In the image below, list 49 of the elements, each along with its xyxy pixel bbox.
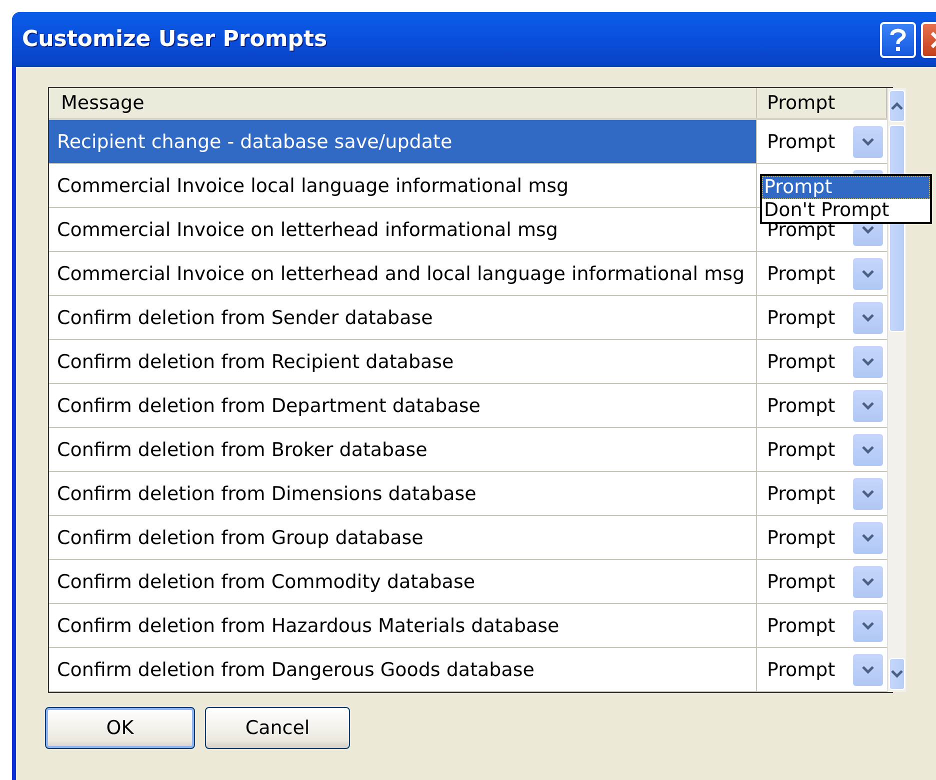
chevron-up-icon — [890, 101, 904, 111]
message-cell[interactable]: Confirm deletion from Dimensions database — [49, 472, 757, 515]
prompt-dropdown[interactable]: Prompt — [757, 428, 887, 471]
chevron-down-icon — [861, 312, 875, 322]
message-cell[interactable]: Confirm deletion from Dangerous Goods database — [49, 648, 757, 691]
prompt-dropdown[interactable]: Prompt — [757, 560, 887, 603]
message-cell[interactable]: Commercial Invoice on letterhead informational msg — [49, 208, 757, 251]
prompt-dropdown[interactable]: Prompt — [757, 472, 887, 515]
question-mark-icon — [889, 28, 907, 52]
prompt-dropdown[interactable]: Prompt — [757, 120, 887, 163]
chevron-down-icon — [861, 356, 875, 366]
window-title: Customize User Prompts — [22, 27, 328, 52]
prompt-dropdown[interactable]: Prompt — [757, 604, 887, 647]
scrollbar[interactable] — [887, 88, 906, 692]
chevron-down-icon — [861, 576, 875, 586]
message-cell[interactable]: Recipient change - database save/update — [49, 120, 757, 163]
chevron-down-icon — [861, 400, 875, 410]
scroll-up-button[interactable] — [889, 90, 905, 122]
chevron-down-icon — [890, 669, 904, 679]
prompt-dropdown[interactable]: Prompt — [757, 252, 887, 295]
message-cell[interactable]: Confirm deletion from Department database — [49, 384, 757, 427]
prompt-dropdown[interactable]: Prompt — [757, 340, 887, 383]
message-cell[interactable]: Commercial Invoice local language informational msg — [49, 164, 757, 207]
chevron-down-icon — [861, 488, 875, 498]
chevron-down-icon — [861, 136, 875, 146]
prompt-dropdown[interactable]: Prompt — [757, 384, 887, 427]
message-cell[interactable]: Confirm deletion from Group database — [49, 516, 757, 559]
chevron-down-icon — [861, 224, 875, 234]
dropdown-option[interactable]: Don't Prompt — [762, 199, 930, 222]
prompt-dropdown[interactable]: Prompt — [757, 516, 887, 559]
prompt-dropdown[interactable]: Prompt — [757, 296, 887, 339]
chevron-down-icon — [861, 268, 875, 278]
message-cell[interactable]: Confirm deletion from Sender database — [49, 296, 757, 339]
chevron-down-icon — [861, 444, 875, 454]
column-header[interactable]: Message — [49, 88, 757, 118]
chevron-down-icon — [861, 664, 875, 674]
scroll-down-button[interactable] — [889, 658, 905, 690]
chevron-down-icon — [861, 532, 875, 542]
prompt-dropdown[interactable]: Prompt — [757, 648, 887, 691]
cancel-button[interactable]: Cancel — [205, 707, 350, 749]
message-cell[interactable]: Confirm deletion from Broker database — [49, 428, 757, 471]
chevron-down-icon — [861, 620, 875, 630]
message-cell[interactable]: Confirm deletion from Recipient database — [49, 340, 757, 383]
message-cell[interactable]: Confirm deletion from Commodity database — [49, 560, 757, 603]
help-button[interactable] — [880, 22, 916, 58]
ok-button[interactable]: OK — [45, 707, 195, 749]
message-cell[interactable]: Confirm deletion from Hazardous Materials database — [49, 604, 757, 647]
dropdown-option[interactable]: Prompt — [762, 176, 930, 199]
message-cell[interactable]: Commercial Invoice on letterhead and local language informational msg — [49, 252, 757, 295]
